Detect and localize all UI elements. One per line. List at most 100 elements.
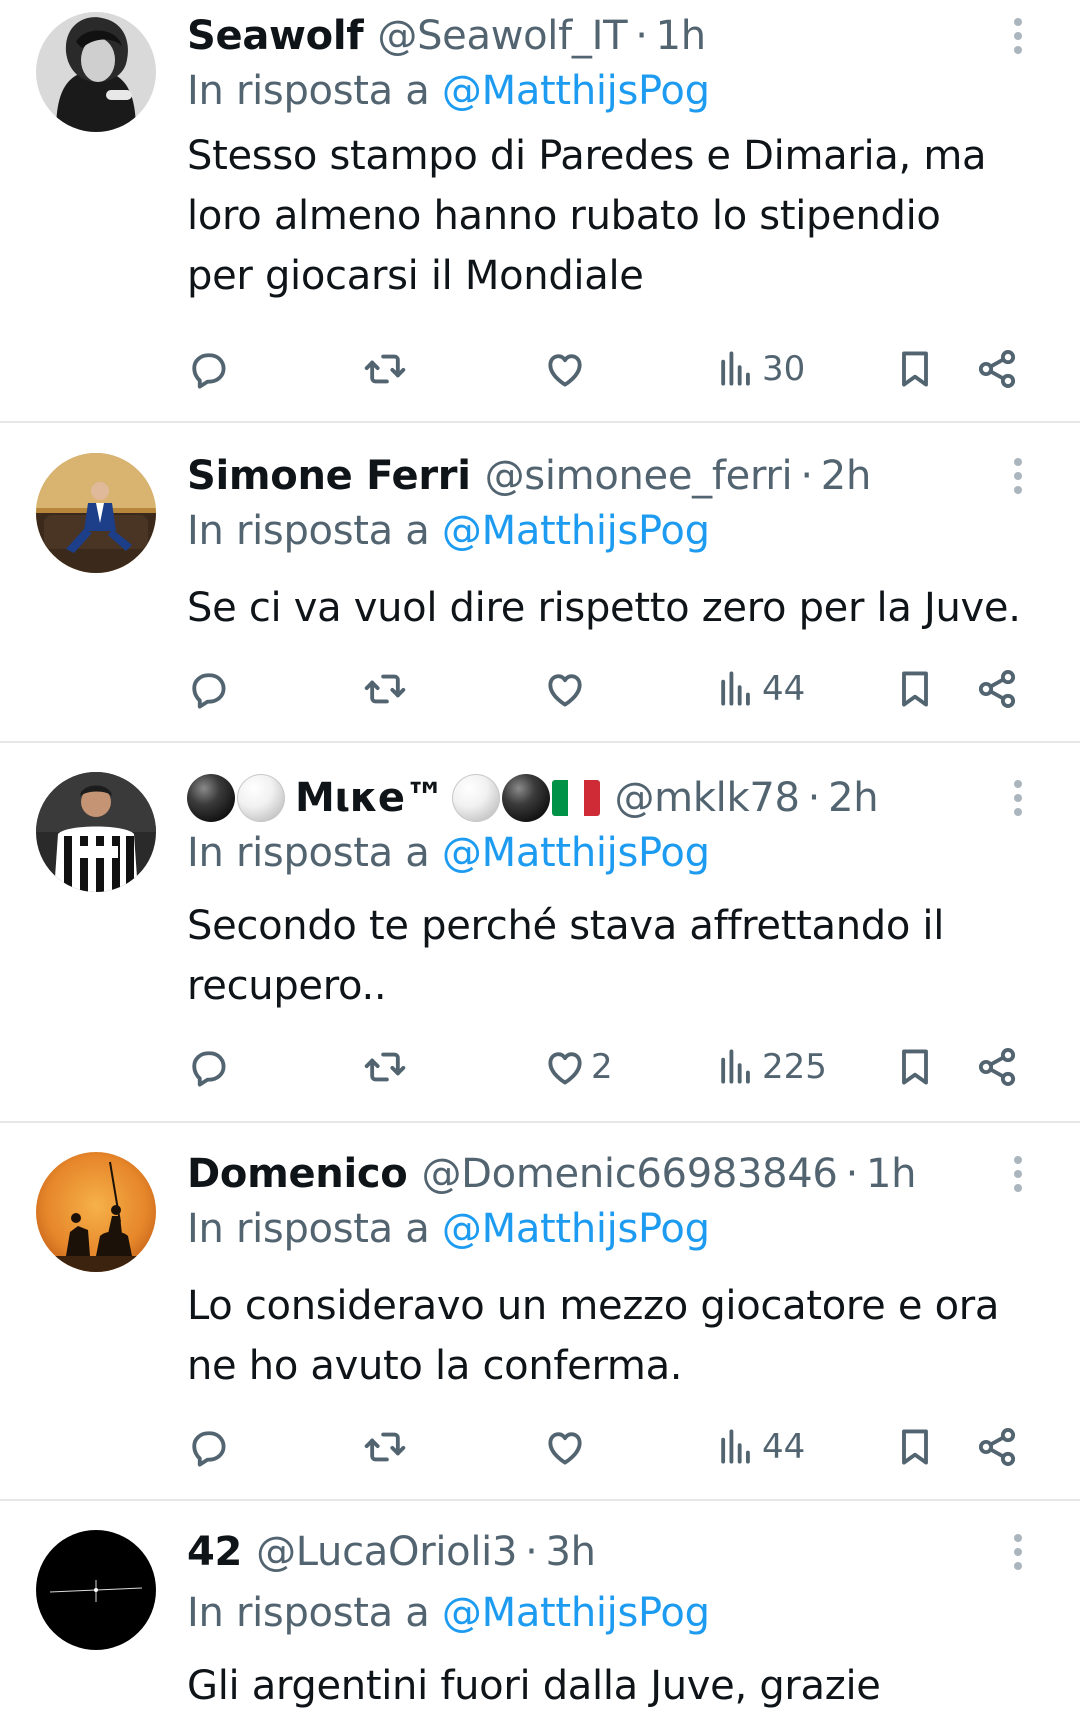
views-button[interactable]: 225: [714, 1042, 827, 1092]
tweet-text: Se ci va vuol dire rispetto zero per la …: [187, 578, 1037, 638]
views-icon: [721, 671, 750, 706]
user-handle[interactable]: @mklk78: [614, 775, 800, 821]
like-button[interactable]: [543, 1422, 591, 1472]
avatar-image: [36, 1152, 156, 1272]
avatar-image: [36, 1530, 156, 1650]
italy-flag-icon: [552, 780, 601, 816]
reply-icon: [192, 1051, 226, 1087]
reply-prefix: In risposta a: [187, 1206, 430, 1252]
reply-button[interactable]: [186, 344, 230, 394]
action-bar: 44: [0, 664, 1080, 714]
reply-icon: [192, 1431, 226, 1467]
views-button[interactable]: 44: [714, 664, 805, 714]
divider: [0, 421, 1080, 423]
white-ball-icon: [237, 774, 285, 822]
reply-icon: [192, 673, 226, 709]
more-icon[interactable]: [1006, 454, 1030, 498]
timestamp[interactable]: 3h: [546, 1529, 597, 1575]
display-name[interactable]: Seawolf: [187, 13, 364, 59]
reply-mention-link[interactable]: @MatthijsPog: [442, 1590, 710, 1636]
retweet-button[interactable]: [363, 664, 407, 714]
text-line: Gli argentini fuori dalla Juve, grazie: [187, 1663, 881, 1709]
heart-icon: [548, 674, 582, 707]
action-bar: 30: [0, 344, 1080, 394]
tweet-text: Secondo te perché stava affrettando il r…: [187, 896, 1037, 1016]
retweet-button[interactable]: [363, 344, 407, 394]
separator-dot: ·: [845, 1151, 859, 1197]
reply-context: In risposta a @MatthijsPog: [187, 508, 710, 554]
like-button[interactable]: [543, 664, 591, 714]
reply-prefix: In risposta a: [187, 68, 430, 114]
bookmark-icon: [902, 1049, 928, 1085]
views-icon: [721, 351, 750, 386]
reply-button[interactable]: [186, 664, 230, 714]
display-name[interactable]: Simone Ferri: [187, 453, 471, 499]
separator-dot: ·: [635, 13, 648, 59]
more-icon[interactable]: [1006, 1152, 1030, 1196]
retweet-button[interactable]: [363, 1422, 407, 1472]
display-name[interactable]: 42: [187, 1529, 242, 1575]
reply-button[interactable]: [186, 1042, 230, 1092]
views-icon: [721, 1429, 750, 1464]
reply-mention-link[interactable]: @MatthijsPog: [442, 508, 710, 554]
retweet-icon: [364, 674, 406, 704]
bookmark-button[interactable]: [893, 664, 937, 714]
timestamp[interactable]: 1h: [656, 13, 707, 59]
retweet-button[interactable]: [363, 1042, 407, 1092]
text-line: Lo consideravo un mezzo giocatore e ora: [187, 1283, 1000, 1329]
bookmark-button[interactable]: [893, 344, 937, 394]
user-handle[interactable]: @LucaOrioli3: [256, 1529, 517, 1575]
avatar[interactable]: [36, 1152, 156, 1272]
white-ball-icon: [452, 774, 501, 822]
like-count: 2: [591, 1047, 613, 1087]
text-line: Stesso stampo di Paredes e Dimaria, ma: [187, 133, 987, 179]
divider: [0, 1499, 1080, 1501]
avatar[interactable]: [36, 772, 156, 892]
share-button[interactable]: [975, 1042, 1019, 1092]
timestamp[interactable]: 1h: [866, 1151, 917, 1197]
avatar[interactable]: [36, 453, 156, 573]
share-button[interactable]: [975, 344, 1019, 394]
display-name[interactable]: Mικe™: [295, 775, 445, 821]
views-button[interactable]: 30: [714, 344, 805, 394]
avatar[interactable]: [36, 1530, 156, 1650]
view-count: 44: [762, 669, 806, 709]
reply-mention-link[interactable]: @MatthijsPog: [442, 1206, 710, 1252]
black-ball-icon: [502, 774, 551, 822]
black-ball-icon: [187, 774, 235, 822]
share-button[interactable]: [975, 1422, 1019, 1472]
views-icon: [721, 1049, 750, 1084]
action-bar: 44: [0, 1422, 1080, 1472]
separator-dot: ·: [807, 775, 821, 821]
display-name[interactable]: Domenico: [187, 1151, 408, 1197]
user-handle[interactable]: @simonee_ferri: [485, 453, 793, 499]
user-handle[interactable]: @Domenic66983846: [421, 1151, 837, 1197]
avatar-image: [36, 772, 156, 892]
more-icon[interactable]: [1006, 776, 1030, 820]
bookmark-button[interactable]: [893, 1042, 937, 1092]
text-line: loro almeno hanno rubato lo stipendio: [187, 193, 941, 239]
tweet-text: Stesso stampo di Paredes e Dimaria, ma l…: [187, 126, 1037, 306]
text-line: Se ci va vuol dire rispetto zero per la …: [187, 585, 1021, 631]
text-line: ne ho avuto la conferma.: [187, 1343, 683, 1389]
tweet-header: Seawolf @Seawolf_IT · 1h: [187, 8, 706, 64]
views-button[interactable]: 44: [714, 1422, 805, 1472]
reply-button[interactable]: [186, 1422, 230, 1472]
share-icon: [978, 1428, 1016, 1466]
timestamp[interactable]: 2h: [821, 453, 872, 499]
share-icon: [978, 670, 1016, 708]
bookmark-button[interactable]: [893, 1422, 937, 1472]
reply-mention-link[interactable]: @MatthijsPog: [442, 830, 710, 876]
like-button[interactable]: [543, 344, 591, 394]
user-handle[interactable]: @Seawolf_IT: [377, 13, 627, 59]
reply-mention-link[interactable]: @MatthijsPog: [442, 68, 710, 114]
like-button[interactable]: 2: [543, 1042, 613, 1092]
timestamp[interactable]: 2h: [828, 775, 879, 821]
more-icon[interactable]: [1006, 14, 1030, 58]
reply-context: In risposta a @MatthijsPog: [187, 68, 710, 114]
more-icon[interactable]: [1006, 1530, 1030, 1574]
reply-prefix: In risposta a: [187, 1590, 430, 1636]
text-line: per giocarsi il Mondiale: [187, 253, 644, 299]
share-button[interactable]: [975, 664, 1019, 714]
avatar[interactable]: [36, 12, 156, 132]
